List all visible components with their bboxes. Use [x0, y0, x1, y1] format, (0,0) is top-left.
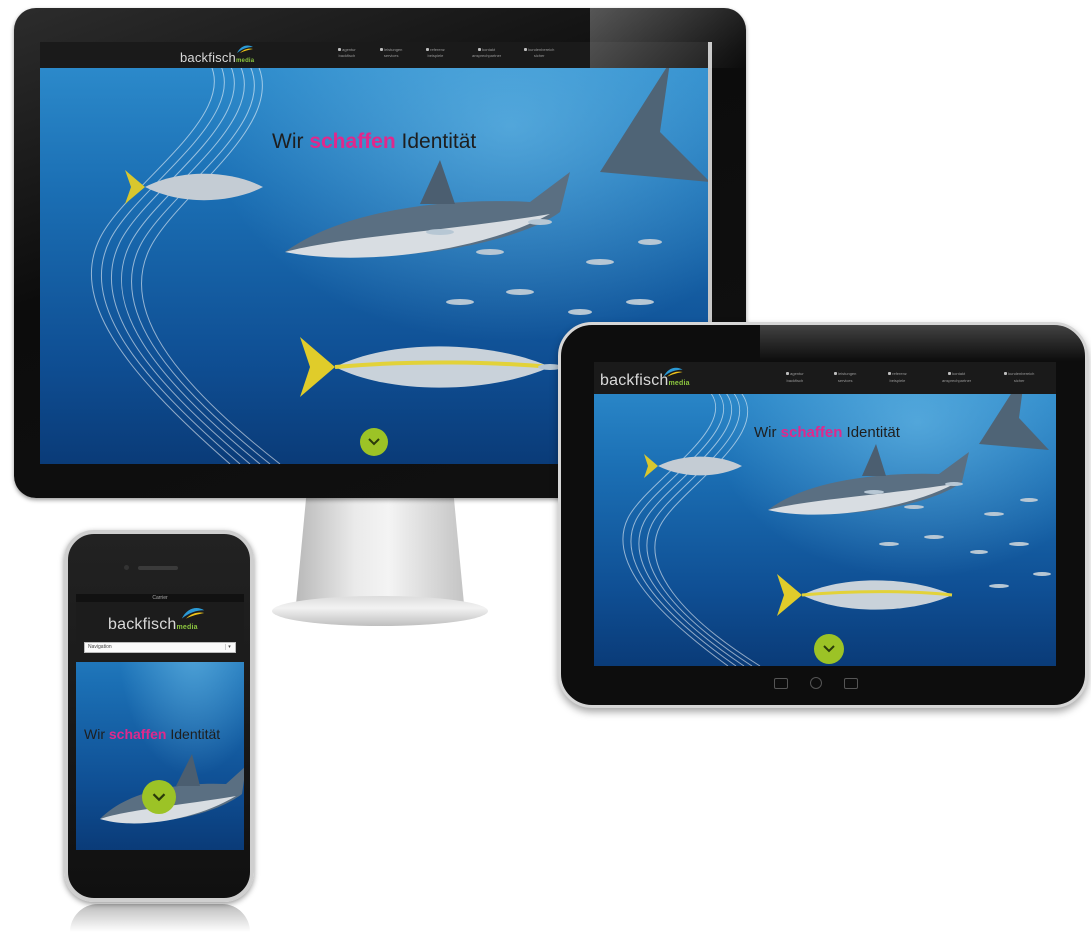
hero-headline: Wir schaffen Identität	[272, 130, 477, 153]
nav-item-kundenbereich[interactable]: kundenbereich sicher	[524, 47, 554, 59]
chevron-down-icon	[368, 438, 380, 446]
menu-key-icon[interactable]	[844, 678, 858, 689]
nav-item-kundenbereich[interactable]: kundenbereich sicher	[1004, 370, 1034, 384]
phone-camera	[124, 565, 129, 570]
nav-item-referenz[interactable]: referenz beispiele	[426, 47, 445, 59]
site-logo[interactable]: backfischmedia	[600, 372, 690, 390]
monitor-stand-base	[272, 596, 488, 626]
scroll-down-button[interactable]	[360, 428, 388, 456]
decorative-ribbon	[622, 382, 761, 666]
phone-status-bar: Carrier	[76, 594, 244, 602]
site-logo[interactable]: backfischmedia	[180, 50, 254, 65]
scroll-down-button[interactable]	[142, 780, 176, 814]
home-key-icon[interactable]	[810, 677, 822, 689]
nav-bullet-icon	[888, 372, 891, 375]
phone-speaker	[138, 566, 178, 570]
tablet-glare	[760, 325, 1086, 361]
mobile-website-screen: Carrier backfischmedia Navigation ▾ Wir …	[76, 594, 244, 850]
decorative-ribbon	[91, 42, 281, 464]
fish-image	[125, 170, 263, 204]
back-key-icon[interactable]	[774, 678, 788, 689]
nav-bullet-icon	[380, 48, 383, 51]
nav-item-kontakt[interactable]: kontakt ansprechpartner	[942, 370, 971, 384]
nav-item-leistungen[interactable]: leistungen services	[380, 47, 402, 59]
chevron-down-icon	[152, 792, 166, 801]
nav-item-leistungen[interactable]: leistungen services	[834, 370, 856, 384]
site-navbar: backfischmedia Navigation ▾	[76, 602, 244, 662]
nav-bullet-icon	[524, 48, 527, 51]
nav-bullet-icon	[786, 372, 789, 375]
monitor-stand-neck	[296, 498, 464, 604]
hero-headline: Wir schaffen Identität	[84, 726, 221, 742]
tablet-website-screen: backfischmedia agentur backfisch leistung…	[594, 362, 1056, 666]
nav-bullet-icon	[478, 48, 482, 51]
chevron-down-icon: ▾	[225, 644, 233, 650]
fish-school-image	[864, 482, 1051, 588]
chevron-down-icon	[823, 645, 835, 653]
fish-image	[644, 454, 742, 478]
nav-item-referenz[interactable]: referenz beispiele	[888, 370, 907, 384]
monitor-glare	[590, 8, 746, 68]
hero-headline: Wir schaffen Identität	[754, 424, 900, 441]
site-logo[interactable]: backfischmedia	[108, 616, 198, 634]
navigation-select[interactable]: Navigation ▾	[84, 642, 236, 653]
nav-bullet-icon	[834, 372, 837, 375]
nav-bullet-icon	[338, 48, 341, 51]
scroll-down-button[interactable]	[814, 634, 844, 664]
shark-tail-image	[600, 62, 710, 182]
phone-reflection	[70, 904, 250, 932]
nav-item-agentur[interactable]: agentur backfisch	[338, 47, 356, 59]
nav-bullet-icon	[1004, 372, 1007, 375]
nav-bullet-icon	[426, 48, 429, 51]
nav-item-agentur[interactable]: agentur backfisch	[786, 370, 804, 384]
nav-item-kontakt[interactable]: kontakt ansprechpartner	[472, 47, 501, 59]
nav-bullet-icon	[948, 372, 952, 375]
site-navbar: backfischmedia agentur backfisch leistung…	[594, 362, 1056, 394]
